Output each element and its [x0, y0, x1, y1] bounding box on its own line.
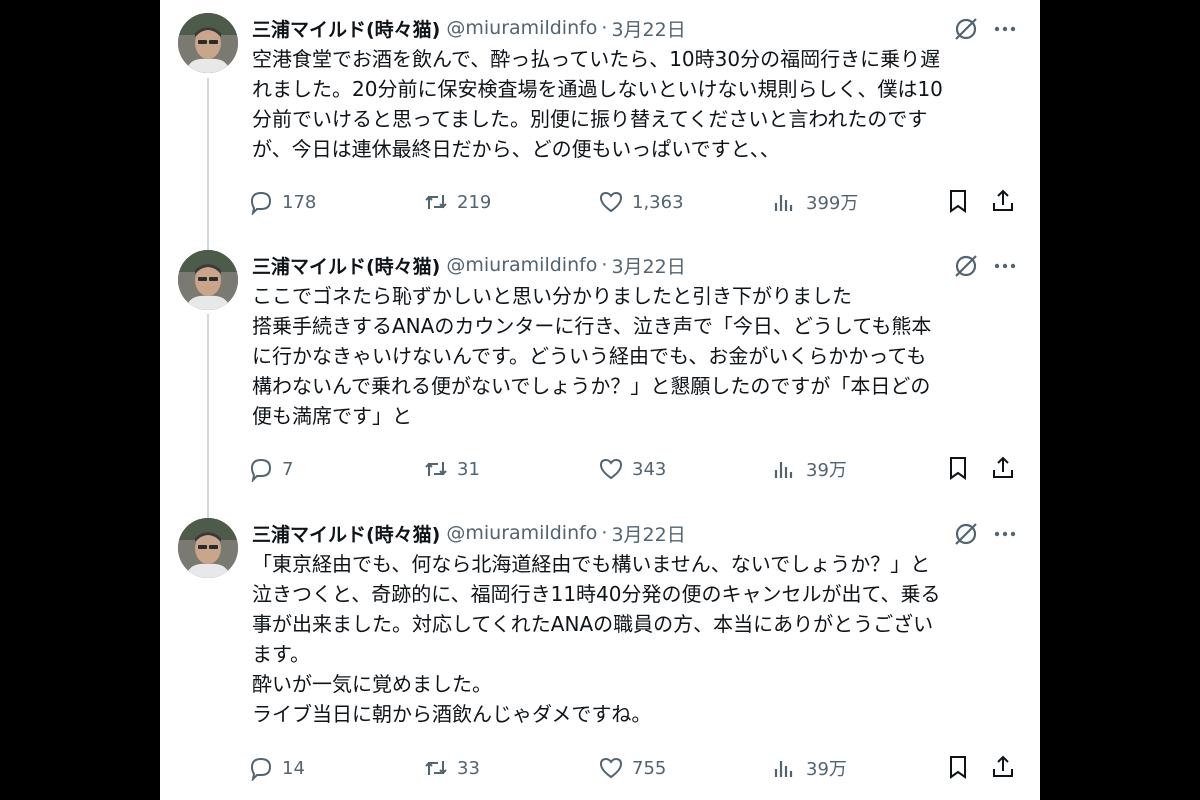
author-name[interactable]: 三浦マイルド(時々猫) [252, 520, 440, 547]
views-count: 399万 [806, 193, 859, 214]
tweet-text-line: に行かなきゃいけないんです。どういう経由でも、お金がいくらかかっても [252, 344, 927, 368]
views-icon [774, 761, 793, 777]
reply-button[interactable]: 178 [248, 187, 316, 217]
tweet-text: 「東京経由でも、何なら北海道経由でも構いません、ないでしょうか？」と 泣きつくと… [252, 549, 1022, 729]
grok-icon[interactable] [953, 521, 979, 547]
reply-count: 178 [282, 191, 317, 213]
tweet-text-line: ます。 [252, 642, 310, 666]
tweet-header: 三浦マイルド(時々猫) @miuramildinfo · 3月22日 [252, 14, 686, 42]
grok-icon[interactable] [953, 253, 979, 279]
repost-icon [425, 462, 447, 476]
repost-count: 219 [457, 191, 492, 213]
separator-dot: · [601, 254, 608, 276]
tweet-text-line: 分前でいけると思ってました。別便に振り替えてくださいと言われたのです [252, 107, 928, 131]
reply-icon [250, 757, 272, 781]
heart-icon [599, 757, 623, 779]
tweet-actions: 178 219 1,363 399万 [248, 187, 1028, 217]
tweet-text-line: 便も満席です」と [252, 404, 412, 428]
views-button[interactable]: 39万 [772, 753, 847, 783]
more-icon[interactable] [992, 255, 1018, 277]
separator-dot: · [601, 17, 608, 39]
more-icon[interactable] [992, 523, 1018, 545]
tweet-date[interactable]: 3月22日 [611, 520, 685, 547]
tweet-text-line: ここでゴネたら恥ずかしいと思い分かりましたと引き下がりました [252, 284, 852, 308]
tweet-text-line: ライブ当日に朝から酒飲んじゃダメですね。 [252, 702, 652, 726]
views-count: 39万 [806, 460, 847, 481]
like-count: 343 [632, 458, 667, 480]
tweet[interactable]: 三浦マイルド(時々猫) @miuramildinfo · 3月22日 空港食堂で… [160, 0, 1040, 240]
more-icon[interactable] [992, 18, 1018, 40]
repost-count: 33 [457, 757, 480, 779]
views-icon [774, 195, 793, 211]
tweet-text: ここでゴネたら恥ずかしいと思い分かりましたと引き下がりました 搭乗手続きするAN… [252, 281, 1022, 431]
repost-button[interactable]: 31 [423, 454, 480, 484]
tweet[interactable]: 三浦マイルド(時々猫) @miuramildinfo · 3月22日 ここでゴネ… [160, 237, 1040, 507]
share-icon[interactable] [990, 455, 1016, 481]
tweet-text-line: が、今日は連休最終日だから、どの便もいっぱいですと、、 [252, 137, 780, 161]
views-count: 39万 [806, 759, 847, 780]
like-button[interactable]: 343 [598, 454, 666, 484]
repost-button[interactable]: 33 [423, 753, 480, 783]
views-button[interactable]: 39万 [772, 454, 847, 484]
share-icon[interactable] [990, 754, 1016, 780]
repost-icon [425, 195, 447, 209]
tweet-header: 三浦マイルド(時々猫) @miuramildinfo · 3月22日 [252, 519, 686, 547]
tweet-text-line: 構わないんで乗れる便がないでしょうか？」と懇願したのですが「本日どの [252, 374, 931, 398]
tweet-actions: 7 31 343 39万 [248, 454, 1028, 484]
like-button[interactable]: 1,363 [598, 187, 684, 217]
avatar[interactable] [178, 13, 238, 73]
heart-icon [599, 458, 623, 480]
tweet-actions: 14 33 755 39万 [248, 753, 1028, 783]
author-handle[interactable]: @miuramildinfo [446, 254, 597, 276]
author-handle[interactable]: @miuramildinfo [446, 17, 597, 39]
tweet-text-line: 「東京経由でも、何なら北海道経由でも構いません、ないでしょうか？」と [252, 552, 931, 576]
repost-button[interactable]: 219 [423, 187, 491, 217]
tweet-text-line: 泣きつくと、奇跡的に、福岡行き11時40分発の便のキャンセルが出て、乗る [252, 582, 941, 606]
reply-button[interactable]: 7 [248, 454, 293, 484]
like-count: 1,363 [632, 191, 684, 213]
tweet-text-line: 空港食堂でお酒を飲んで、酔っ払っていたら、10時30分の福岡行きに乗り遅 [252, 47, 941, 71]
like-count: 755 [632, 757, 667, 779]
grok-icon[interactable] [953, 16, 979, 42]
like-button[interactable]: 755 [598, 753, 666, 783]
tweet[interactable]: 三浦マイルド(時々猫) @miuramildinfo · 3月22日 「東京経由… [160, 505, 1040, 800]
heart-icon [599, 191, 623, 213]
bookmark-icon[interactable] [945, 455, 971, 481]
tweet-header: 三浦マイルド(時々猫) @miuramildinfo · 3月22日 [252, 251, 686, 279]
tweet-thread-panel: 三浦マイルド(時々猫) @miuramildinfo · 3月22日 空港食堂で… [160, 0, 1040, 800]
avatar[interactable] [178, 250, 238, 310]
repost-icon [425, 761, 447, 775]
reply-button[interactable]: 14 [248, 753, 305, 783]
tweet-text-line: 搭乗手続きするANAのカウンターに行き、泣き声で「今日、どうしても熊本 [252, 314, 932, 338]
author-handle[interactable]: @miuramildinfo [446, 522, 597, 544]
avatar[interactable] [178, 518, 238, 578]
views-icon [774, 462, 793, 478]
reply-count: 14 [282, 757, 305, 779]
tweet-date[interactable]: 3月22日 [611, 252, 685, 279]
share-icon[interactable] [990, 188, 1016, 214]
bookmark-icon[interactable] [945, 754, 971, 780]
reply-icon [250, 191, 272, 215]
author-name[interactable]: 三浦マイルド(時々猫) [252, 252, 440, 279]
bookmark-icon[interactable] [945, 188, 971, 214]
reply-icon [250, 458, 272, 482]
separator-dot: · [601, 522, 608, 544]
tweet-text-line: 事が出来ました。対応してくれたANAの職員の方、本当にありがとうござい [252, 612, 934, 636]
views-button[interactable]: 399万 [772, 187, 858, 217]
tweet-text: 空港食堂でお酒を飲んで、酔っ払っていたら、10時30分の福岡行きに乗り遅 れまし… [252, 44, 1022, 164]
tweet-date[interactable]: 3月22日 [611, 15, 685, 42]
tweet-text-line: 酔いが一気に覚めました。 [252, 672, 492, 696]
repost-count: 31 [457, 458, 480, 480]
author-name[interactable]: 三浦マイルド(時々猫) [252, 15, 440, 42]
reply-count: 7 [282, 458, 294, 480]
tweet-text-line: れました。20分前に保安検査場を通過しないといけない規則らしく、僕は10 [252, 77, 943, 101]
